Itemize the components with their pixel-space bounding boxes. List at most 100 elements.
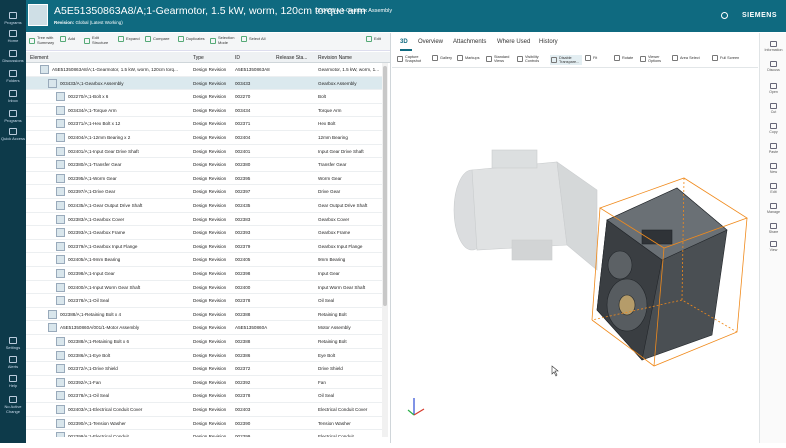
viewer-options-button[interactable]: Viewer Options xyxy=(640,55,670,63)
element-name: 002404/A;1-12mm Bearing x 2 xyxy=(68,135,131,140)
tab-3d[interactable]: 3D xyxy=(400,39,408,45)
open-command[interactable]: Open xyxy=(760,83,786,94)
nav-item-discussions[interactable]: Discussions xyxy=(0,50,26,63)
information-command[interactable]: Information xyxy=(760,41,786,52)
table-row[interactable]: 002435/A;1-Gear Output Drive Shaft Design… xyxy=(26,199,382,213)
nav-item-alerts[interactable]: Alerts xyxy=(0,356,26,369)
tab-where-used[interactable]: Where Used xyxy=(497,39,530,45)
discuss-command[interactable]: Discuss xyxy=(760,61,786,72)
column-header-id[interactable]: ID xyxy=(235,55,240,61)
markups-button[interactable]: Markups xyxy=(457,55,487,61)
revision-name: Transfer Gear xyxy=(318,162,347,168)
revision-name: Bolt xyxy=(318,94,326,100)
table-row[interactable]: 002405/A;1-9mm Bearing Design Revision 002… xyxy=(26,253,382,267)
element-name: 002395/A;1-Worm Gear xyxy=(68,175,117,181)
table-row[interactable]: 002378/A;1-Oil Seal Design Revision 002378… xyxy=(26,389,382,403)
nav-item-folders[interactable]: Folders xyxy=(0,70,26,83)
column-header-revision-name[interactable]: Revision Name xyxy=(318,55,352,61)
nav-item-home[interactable]: Home xyxy=(0,30,26,43)
viewer-tabs: 3D Overview Attachments Where Used History xyxy=(392,36,758,50)
table-row[interactable]: 002397/A;1-Drive Gear Design Revision 0023… xyxy=(26,185,382,199)
table-row[interactable]: 002403/A;1-Electrical Conduit Cover Desig… xyxy=(26,403,382,417)
3d-viewer[interactable] xyxy=(392,70,758,443)
pane-divider[interactable] xyxy=(390,33,391,443)
cut-command[interactable]: Cut xyxy=(760,103,786,114)
table-row[interactable]: 002383/A;1-Gearbox Cover Design Revision 0… xyxy=(26,213,382,227)
view-command[interactable]: View xyxy=(760,241,786,252)
column-header-element[interactable]: Element xyxy=(30,55,48,61)
fit-button[interactable]: Fit xyxy=(585,55,615,61)
nav-home-icon xyxy=(9,30,17,37)
table-row[interactable]: 002372/A;1-Drive Shield Design Revision 00… xyxy=(26,362,382,376)
tab-attachments[interactable]: Attachments xyxy=(453,39,486,45)
table-row[interactable]: 002380/A;1-Transfer Gear Design Revision 0… xyxy=(26,158,382,172)
revision-name: Input Worm Gear Shaft xyxy=(318,284,366,290)
table-row[interactable]: 002371/A;1-Hex Bolt x 12 Design Revision 0… xyxy=(26,117,382,131)
area-select-button[interactable]: Area Select xyxy=(672,55,702,61)
column-header-release-sta[interactable]: Release Sta... xyxy=(276,55,307,61)
nav-item-help[interactable]: Help xyxy=(0,375,26,388)
table-row[interactable]: 002388/A;1-Retaining Bolt x 4 Design Revi… xyxy=(26,308,382,322)
table-row[interactable]: 002392/A;1-Fan Design Revision 002392 Fan xyxy=(26,376,382,390)
nav-help-icon xyxy=(9,375,17,382)
table-row[interactable]: 002388/A;1-Retaining Bolt x 6 Design Revi… xyxy=(26,335,382,349)
table-row[interactable]: A5E51350863A8/A;1-Gearmotor, 1.5 kW, wor… xyxy=(26,63,382,77)
nav-item-label: Discussions xyxy=(2,58,24,63)
table-row[interactable]: 002379/A;1-Gearbox Input Flange Design Re… xyxy=(26,240,382,254)
copy-command[interactable]: Copy xyxy=(760,123,786,134)
tree-with-summary-button[interactable]: Tree with Summary xyxy=(29,35,61,45)
table-row[interactable]: 002398/A;1-Input Gear Design Revision 0023… xyxy=(26,267,382,281)
nav-item-inbox[interactable]: Inbox xyxy=(0,90,26,103)
table-row[interactable]: 002399/A;1-Electrical Conduit Design Revi… xyxy=(26,430,382,437)
revision-rule[interactable]: Revision: Global (Latest Working) xyxy=(54,20,123,25)
element-name: 002399/A;1-Electrical Conduit xyxy=(68,434,129,437)
capture-snapshot-button[interactable]: Capture Snapshot xyxy=(397,55,427,63)
revision-name: Electrical Conduit xyxy=(318,434,354,437)
element-id: 002403 xyxy=(235,407,251,412)
table-row[interactable]: 003433/A;1-Gearbox Assembly Design Revisi… xyxy=(26,76,382,91)
standard-views-button[interactable]: Standard Views xyxy=(486,55,516,63)
table-row[interactable]: 002404/A;1-12mm Bearing x 2 Design Revisi… xyxy=(26,131,382,145)
table-row[interactable]: 002393/A;1-Gearbox Frame Design Revision 0… xyxy=(26,226,382,240)
nav-item-settings[interactable]: Settings xyxy=(0,337,26,350)
select-all-button[interactable]: Select All xyxy=(241,36,273,42)
table-row[interactable]: 002395/A;1-Worm Gear Design Revision 00239… xyxy=(26,172,382,186)
share-command[interactable]: Share xyxy=(760,223,786,234)
table-row[interactable]: A5E51350860A/001/1-Motor Assembly Design … xyxy=(26,321,382,335)
nav-programs-icon xyxy=(9,110,17,117)
table-row[interactable]: 002270/A;1-Bolt x 6 Design Revision 002270… xyxy=(26,90,382,104)
table-row[interactable]: 002390/A;1-Tension Washer Design Revision… xyxy=(26,417,382,431)
table-row[interactable]: 002386/A;1-Eye Bolt Design Revision 002386… xyxy=(26,349,382,363)
table-row[interactable]: 003434/A;1-Torque Arm Design Revision 0034… xyxy=(26,104,382,118)
nav-item-quick-access[interactable]: Quick Access xyxy=(0,128,26,141)
full-screen-button[interactable]: Full Screen xyxy=(712,55,742,61)
compare-button[interactable]: Compare xyxy=(145,36,177,42)
part-icon xyxy=(56,418,65,428)
element-id: 002400 xyxy=(235,284,251,290)
element-id: 002388 xyxy=(235,311,251,317)
command-bar: Information Discuss Open Cut Copy Paste New Edi… xyxy=(759,33,786,443)
table-scrollbar-thumb[interactable] xyxy=(383,66,387,306)
element-type: Design Revision xyxy=(193,67,227,72)
table-row[interactable]: 002400/A;1-Input Worm Gear Shaft Design R… xyxy=(26,281,382,295)
tab-overview[interactable]: Overview xyxy=(418,39,443,45)
new-command[interactable]: New xyxy=(760,163,786,174)
tab-history[interactable]: History xyxy=(539,39,558,45)
related-item-link[interactable]: 003433/A;1-Gearbox Assembly xyxy=(316,8,392,14)
column-header-type[interactable]: Type xyxy=(193,55,204,61)
disable-transpare-button[interactable]: Disable Transpare... xyxy=(550,55,582,66)
element-id: 002372 xyxy=(235,366,251,372)
paste-command[interactable]: Paste xyxy=(760,143,786,154)
manage-command[interactable]: Manage xyxy=(760,203,786,214)
edit-structure-button[interactable]: Edit Structure xyxy=(84,35,116,45)
edit-command[interactable]: Edit xyxy=(760,183,786,194)
nav-item-no-active-change[interactable]: No Active Change xyxy=(0,396,26,414)
selection-mode-button[interactable]: Selection Mode xyxy=(210,35,242,45)
visibility-controls-button[interactable]: Visibility Controls xyxy=(517,55,547,63)
table-row[interactable]: 002401/A;1-Input Gear Drive Shaft Design … xyxy=(26,145,382,159)
nav-item-programs[interactable]: Programs xyxy=(0,110,26,123)
table-row[interactable]: 002378/A;1-Oil Seal Design Revision 002378… xyxy=(26,294,382,308)
nav-item-programs[interactable]: Programs xyxy=(0,12,26,25)
duplicates-button[interactable]: Duplicates xyxy=(178,36,210,42)
search-icon[interactable] xyxy=(721,12,728,19)
